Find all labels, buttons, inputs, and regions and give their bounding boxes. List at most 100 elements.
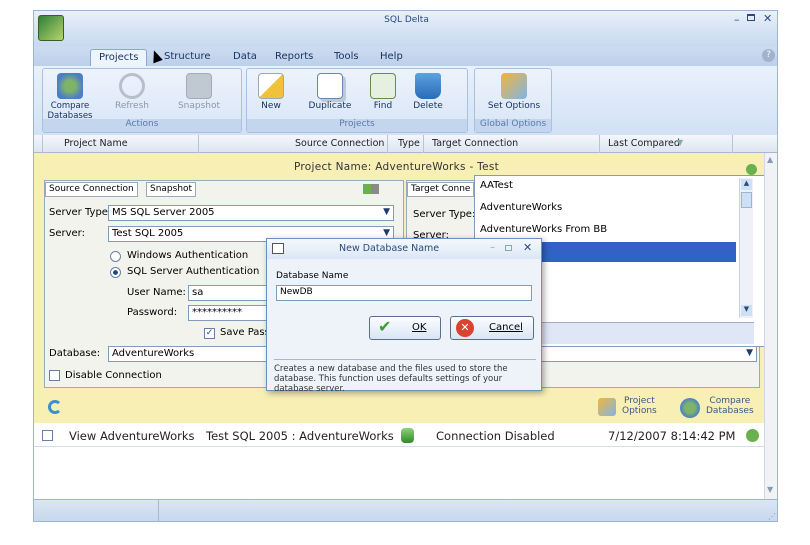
close-icon[interactable]: ✕ — [763, 12, 772, 25]
projects-group: New Duplicate Find Delete Projects — [246, 68, 468, 133]
tab-source-connection[interactable]: Source Connection — [45, 182, 138, 197]
ok-button[interactable]: ✔ OK — [369, 316, 441, 340]
title-bar: SQL Delta – ✕ — [34, 11, 777, 46]
chevron-down-icon: ▼ — [746, 348, 753, 358]
tab-tools[interactable]: Tools — [326, 49, 367, 66]
dialog-maximize-icon[interactable] — [505, 245, 512, 251]
scroll-down-icon[interactable]: ▼ — [741, 305, 752, 316]
resize-grip-icon[interactable]: ⋰ — [768, 512, 776, 521]
filter-icon[interactable]: ▼ — [677, 138, 683, 147]
col-last-compared[interactable]: Last Compared — [608, 138, 680, 149]
column-header: Project Name Source Connection Type Targ… — [34, 135, 777, 153]
status-bar: ⋰ — [34, 499, 777, 521]
tab-structure[interactable]: Structure — [156, 49, 219, 66]
list-item[interactable]: AATest — [478, 178, 736, 196]
snapshot-button[interactable]: Snapshot — [171, 73, 227, 117]
menu-tab-bar: Projects Structure Data Reports Tools He… — [34, 46, 777, 66]
snapshot-icon — [186, 73, 212, 99]
database-label: Database: — [49, 348, 101, 359]
col-type[interactable]: Type — [398, 138, 420, 149]
ribbon: Compare Databases Refresh Snapshot Actio… — [34, 66, 777, 135]
table-row[interactable]: View AdventureWorks Test SQL 2005 : Adve… — [34, 425, 777, 447]
delete-bin-icon — [415, 73, 441, 99]
delete-button[interactable]: Delete — [407, 73, 449, 117]
compare-gear-icon — [680, 398, 700, 418]
row-last-compared: 7/12/2007 8:14:42 PM — [608, 429, 736, 443]
dialog-close-icon[interactable]: ✕ — [523, 241, 532, 254]
new-database-dialog: New Database Name – ✕ Database Name NewD… — [266, 238, 542, 394]
scroll-down-icon[interactable]: ▼ — [767, 485, 773, 494]
set-options-button[interactable]: Set Options — [479, 73, 549, 117]
tab-projects[interactable]: Projects — [90, 49, 148, 66]
refresh-project-icon[interactable] — [48, 400, 62, 414]
cancel-button[interactable]: ✕ Cancel — [450, 316, 534, 340]
duplicate-button[interactable]: Duplicate — [305, 73, 355, 117]
find-button[interactable]: Find — [365, 73, 401, 117]
dialog-minimize-icon[interactable]: – — [490, 242, 495, 253]
col-project-name[interactable]: Project Name — [64, 138, 128, 149]
project-options-icon — [598, 398, 616, 416]
compare-databases-footer-button[interactable]: Compare Databases — [680, 396, 760, 422]
compare-databases-button[interactable]: Compare Databases — [47, 73, 93, 121]
disable-connection-checkbox[interactable] — [49, 370, 60, 381]
password-label: Password: — [127, 307, 178, 318]
target-database-select[interactable]: ▼ — [539, 346, 757, 362]
save-password-checkbox[interactable]: ✓ — [204, 328, 215, 339]
column-separator — [42, 135, 43, 153]
dialog-title-bar: New Database Name – ✕ — [267, 239, 541, 259]
dialog-app-icon — [272, 243, 284, 254]
scroll-up-icon[interactable]: ▲ — [767, 155, 773, 164]
project-options-button[interactable]: Project Options — [598, 396, 664, 422]
server-type-select[interactable]: MS SQL Server 2005 ▼ — [108, 205, 394, 221]
connection-tools-icon[interactable] — [363, 184, 379, 194]
list-item[interactable]: AdventureWorks — [478, 200, 736, 218]
tab-data[interactable]: Data — [225, 49, 265, 66]
new-project-icon — [258, 73, 284, 99]
collapse-icon[interactable] — [746, 164, 757, 175]
username-label: User Name: — [127, 287, 186, 298]
col-target-connection[interactable]: Target Connection — [432, 138, 518, 149]
help-icon[interactable]: ? — [762, 49, 775, 62]
column-separator — [387, 135, 388, 153]
server-type-label: Server Type: — [49, 207, 112, 218]
column-separator — [599, 135, 600, 153]
global-options-group: Set Options Global Options — [474, 68, 552, 133]
server-label: Server: — [49, 228, 85, 239]
sql-auth-radio[interactable] — [110, 267, 121, 278]
find-icon — [370, 73, 396, 99]
main-scrollbar[interactable]: ▲ ▼ — [764, 153, 777, 499]
new-button[interactable]: New — [253, 73, 289, 117]
windows-auth-radio[interactable] — [110, 251, 121, 262]
column-separator — [198, 135, 199, 153]
actions-group-label: Actions — [43, 119, 241, 132]
tab-reports[interactable]: Reports — [267, 49, 321, 66]
dropdown-scrollbar[interactable]: ▲ ▼ — [739, 178, 753, 318]
chevron-down-icon: ▼ — [383, 207, 390, 217]
tab-target-connection[interactable]: Target Conne — [407, 182, 475, 197]
scroll-up-icon[interactable]: ▲ — [741, 179, 752, 190]
dialog-description: Creates a new database and the files use… — [274, 359, 536, 394]
scroll-thumb[interactable] — [741, 192, 752, 208]
chevron-down-icon: ▼ — [383, 228, 390, 238]
cancel-x-icon: ✕ — [456, 319, 474, 337]
database-name-field[interactable]: NewDB — [276, 285, 532, 301]
refresh-button[interactable]: Refresh — [107, 73, 157, 117]
projects-group-label: Projects — [247, 119, 467, 132]
column-separator — [732, 135, 733, 153]
status-ok-icon — [746, 429, 759, 442]
row-project-name: View AdventureWorks — [69, 429, 195, 443]
duplicate-icon — [317, 73, 343, 99]
windows-auth-label: Windows Authentication — [127, 250, 249, 261]
col-source-connection[interactable]: Source Connection — [295, 138, 384, 149]
window-title: SQL Delta — [384, 15, 429, 25]
row-source-connection: Test SQL 2005 : AdventureWorks — [206, 429, 394, 443]
set-options-icon — [501, 73, 527, 99]
maximize-icon[interactable] — [747, 14, 755, 21]
tab-snapshot[interactable]: Snapshot — [146, 182, 197, 197]
tab-help[interactable]: Help — [372, 49, 411, 66]
sql-auth-label: SQL Server Authentication — [127, 266, 260, 277]
minimize-icon[interactable]: – — [734, 13, 740, 26]
database-icon — [401, 428, 414, 443]
row-target-connection: Connection Disabled — [436, 429, 555, 443]
row-checkbox[interactable] — [42, 430, 53, 441]
